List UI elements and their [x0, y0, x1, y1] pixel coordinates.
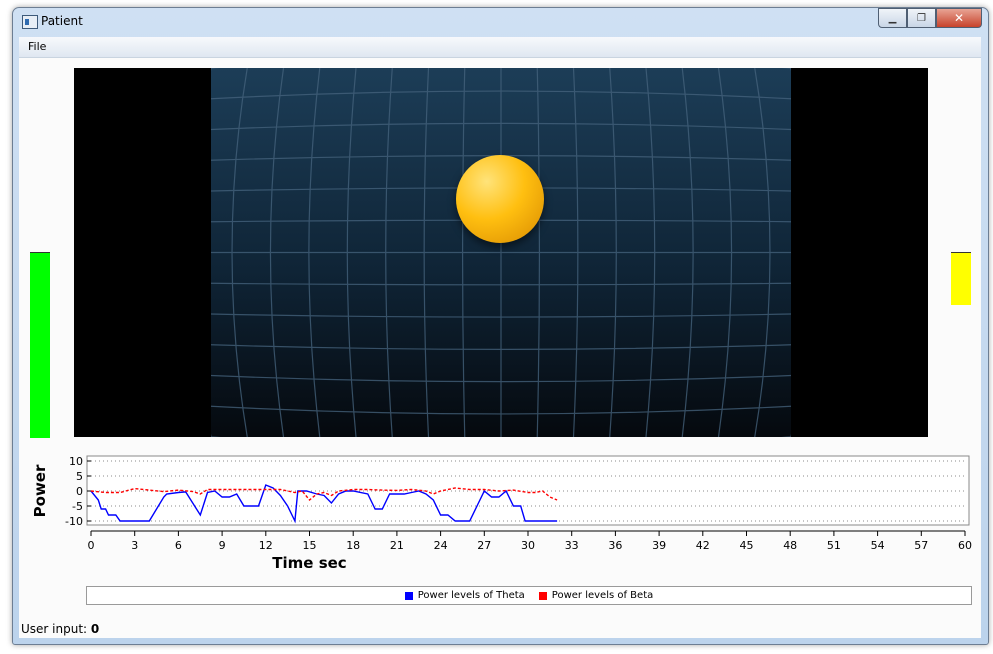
close-button[interactable]: ✕	[936, 8, 982, 28]
x-tick-label: 3	[131, 539, 138, 552]
client-area: File 10 5 0 -5 -10 Power 0 3 6 9 12 15 18 21 24 27 30 33 3…	[19, 37, 981, 638]
game-view	[74, 68, 928, 437]
legend-label: Power levels of Theta	[417, 590, 525, 601]
y-tick-label: 0	[76, 485, 83, 498]
grid-scene	[211, 68, 791, 437]
x-tick-label: 48	[783, 539, 797, 552]
x-tick-label: 12	[259, 539, 273, 552]
x-tick-label: 6	[175, 539, 182, 552]
user-input-value: 0	[90, 622, 100, 636]
title-bar[interactable]: Patient ▁ ❐ ✕	[13, 8, 988, 36]
x-tick-label: 15	[303, 539, 317, 552]
x-tick-label: 24	[434, 539, 448, 552]
minimize-icon: ▁	[888, 12, 897, 24]
x-tick-label: 60	[958, 539, 972, 552]
x-tick-label: 33	[565, 539, 579, 552]
close-icon: ✕	[953, 11, 965, 25]
window-controls: ▁ ❐ ✕	[878, 8, 982, 28]
x-tick-label: 51	[827, 539, 841, 552]
y-tick-label: 10	[69, 455, 83, 468]
chart-legend: Power levels of Theta Power levels of Bet…	[86, 586, 972, 605]
menu-file[interactable]: File	[28, 40, 46, 53]
user-input-label: User input:	[21, 622, 88, 636]
x-tick-label: 57	[914, 539, 928, 552]
grid-lines	[211, 68, 791, 437]
window-title: Patient	[41, 14, 83, 28]
x-tick-label: 0	[88, 539, 95, 552]
left-feedback-bar	[30, 252, 50, 438]
user-input-status: User input: 0	[21, 622, 99, 636]
restore-icon: ❐	[917, 12, 926, 24]
minimize-button[interactable]: ▁	[878, 8, 907, 28]
x-tick-label: 21	[390, 539, 404, 552]
right-feedback-bar	[951, 252, 971, 305]
x-tick-label: 36	[608, 539, 622, 552]
legend-item: Power levels of Beta	[538, 590, 654, 601]
ball	[456, 155, 544, 243]
x-tick-label: 9	[219, 539, 226, 552]
x-tick-label: 54	[871, 539, 885, 552]
y-tick-label: -5	[72, 500, 83, 513]
y-tick-label: -10	[65, 515, 83, 528]
y-tick-label: 5	[76, 470, 83, 483]
legend-swatch	[538, 591, 547, 600]
x-tick-label: 45	[740, 539, 754, 552]
power-chart: 1050-5-10Power0 3 6 9 12 15 18 21 24 27 30 33 36 39 42…	[31, 455, 972, 572]
plot-frame	[86, 455, 970, 526]
menu-bar: File	[19, 37, 981, 58]
x-tick-label: 30	[521, 539, 535, 552]
patient-window: Patient ▁ ❐ ✕ File 10 5 0 -5 -10 Power 0 3 6 9 12 1…	[12, 7, 989, 645]
restore-button[interactable]: ❐	[907, 8, 936, 28]
x-tick-label: 27	[477, 539, 491, 552]
x-axis-label: Time sec	[272, 554, 346, 572]
x-tick-label: 18	[346, 539, 360, 552]
y-axis-label: Power	[31, 464, 49, 517]
x-tick-label: 42	[696, 539, 710, 552]
legend-item: Power levels of Theta	[404, 590, 525, 601]
x-tick-label: 39	[652, 539, 666, 552]
legend-label: Power levels of Beta	[551, 590, 654, 601]
legend-swatch	[404, 591, 413, 600]
app-icon	[22, 15, 38, 29]
